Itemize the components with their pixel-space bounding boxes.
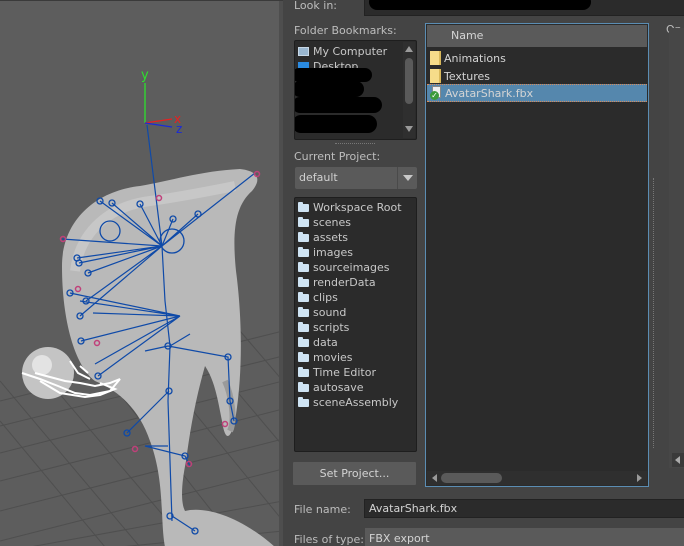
bookmarks-scrollbar[interactable] bbox=[403, 42, 415, 138]
file-name: AvatarShark.fbx bbox=[445, 86, 534, 100]
folder-icon bbox=[298, 246, 309, 257]
3d-viewport[interactable]: y x z bbox=[0, 0, 283, 546]
files-of-type-dropdown[interactable]: FBX export bbox=[365, 528, 684, 546]
folder-icon bbox=[298, 306, 309, 317]
folder-icon bbox=[430, 69, 441, 83]
bookmark-my-computer[interactable]: My Computer bbox=[298, 44, 387, 59]
project-folder-item[interactable]: assets bbox=[298, 230, 348, 245]
z-axis-label: z bbox=[176, 122, 182, 136]
scroll-up-arrow-icon[interactable] bbox=[405, 46, 413, 52]
folder-bookmarks-list[interactable]: My Computer Desktop bbox=[294, 40, 417, 140]
folder-icon bbox=[298, 366, 309, 377]
project-folder-item[interactable]: scripts bbox=[298, 320, 349, 335]
redacted-bookmark bbox=[295, 97, 382, 113]
project-folder-label: movies bbox=[313, 351, 353, 364]
project-folder-label: sound bbox=[313, 306, 347, 319]
folder-icon bbox=[298, 231, 309, 242]
project-folder-item[interactable]: sceneAssembly bbox=[298, 395, 398, 410]
chevron-down-icon[interactable] bbox=[397, 167, 417, 189]
options-splitter-handle[interactable] bbox=[653, 178, 654, 448]
project-folder-label: sourceimages bbox=[313, 261, 390, 274]
current-project-dropdown[interactable]: default bbox=[295, 167, 417, 189]
scroll-down-arrow-icon[interactable] bbox=[405, 126, 413, 132]
redacted-bookmark bbox=[295, 81, 364, 97]
project-folder-label: scenes bbox=[313, 216, 352, 229]
redacted-bookmark bbox=[295, 68, 372, 82]
file-row-animations[interactable]: Animations bbox=[427, 49, 647, 67]
project-folder-label: Time Editor bbox=[313, 366, 376, 379]
file-name-input[interactable]: AvatarShark.fbx bbox=[364, 499, 684, 518]
set-project-button[interactable]: Set Project... bbox=[293, 462, 416, 485]
scroll-left-arrow-icon[interactable] bbox=[672, 453, 684, 467]
bookmark-label: My Computer bbox=[313, 45, 388, 58]
project-folder-label: Workspace Root bbox=[313, 201, 402, 214]
folder-icon bbox=[298, 201, 309, 212]
folder-icon bbox=[298, 336, 309, 347]
project-folder-label: renderData bbox=[313, 276, 376, 289]
project-folder-item[interactable]: renderData bbox=[298, 275, 376, 290]
pane-splitter-handle[interactable] bbox=[335, 143, 375, 144]
file-name-label: File name: bbox=[294, 503, 351, 516]
project-folders-list[interactable]: Workspace Root scenes assets images sourceim… bbox=[294, 197, 417, 452]
fbx-file-icon: ✓ bbox=[430, 86, 442, 100]
project-folder-item[interactable]: autosave bbox=[298, 380, 364, 395]
project-folder-label: clips bbox=[313, 291, 338, 304]
file-row-avatarshark-fbx[interactable]: ✓ AvatarShark.fbx bbox=[427, 84, 647, 102]
current-project-value: default bbox=[299, 171, 338, 184]
file-dialog: Look in: Folder Bookmarks: My Computer D… bbox=[283, 0, 684, 546]
scroll-right-arrow-icon[interactable] bbox=[637, 474, 642, 482]
project-folder-item[interactable]: movies bbox=[298, 350, 353, 365]
file-name: Animations bbox=[444, 51, 506, 65]
y-axis-label: y bbox=[141, 68, 149, 83]
project-folder-label: sceneAssembly bbox=[313, 396, 399, 409]
project-folder-label: scripts bbox=[313, 321, 350, 334]
project-folder-label: data bbox=[313, 336, 338, 349]
project-folder-item[interactable]: Workspace Root bbox=[298, 200, 402, 215]
project-folder-item[interactable]: sourceimages bbox=[298, 260, 390, 275]
folder-bookmarks-label: Folder Bookmarks: bbox=[294, 24, 397, 37]
project-folder-item[interactable]: sound bbox=[298, 305, 346, 320]
scroll-thumb[interactable] bbox=[405, 58, 413, 104]
file-name: Textures bbox=[444, 69, 490, 83]
project-folder-item[interactable]: images bbox=[298, 245, 353, 260]
file-list-pane[interactable]: Name Animations Textures ✓ AvatarShark.f… bbox=[425, 23, 649, 487]
scroll-left-arrow-icon[interactable] bbox=[432, 474, 437, 482]
look-in-combobox[interactable] bbox=[364, 0, 684, 16]
shark-mesh bbox=[22, 169, 274, 546]
redacted-bookmark bbox=[295, 115, 377, 133]
folder-icon bbox=[298, 321, 309, 332]
viewport-scene: y x z bbox=[0, 68, 283, 546]
files-of-type-label: Files of type: bbox=[294, 533, 365, 546]
project-folder-item[interactable]: Time Editor bbox=[298, 365, 376, 380]
scroll-thumb[interactable] bbox=[441, 473, 502, 483]
folder-icon bbox=[298, 396, 309, 407]
computer-icon bbox=[298, 47, 309, 56]
folder-icon bbox=[298, 276, 309, 287]
name-column-header[interactable]: Name bbox=[427, 25, 647, 47]
file-row-textures[interactable]: Textures bbox=[427, 67, 647, 85]
project-folder-item[interactable]: data bbox=[298, 335, 338, 350]
folder-icon bbox=[298, 291, 309, 302]
column-name-label: Name bbox=[451, 29, 484, 42]
project-folder-item[interactable]: scenes bbox=[298, 215, 351, 230]
redacted-path bbox=[369, 0, 591, 10]
folder-icon bbox=[298, 261, 309, 272]
folder-icon bbox=[298, 216, 309, 227]
folder-icon bbox=[298, 351, 309, 362]
options-pane bbox=[669, 28, 684, 468]
folder-icon bbox=[298, 381, 309, 392]
current-project-label: Current Project: bbox=[294, 150, 381, 163]
project-folder-label: assets bbox=[313, 231, 349, 244]
folder-icon bbox=[430, 51, 441, 65]
project-folder-item[interactable]: clips bbox=[298, 290, 338, 305]
look-in-label: Look in: bbox=[294, 0, 337, 12]
project-folder-label: autosave bbox=[313, 381, 364, 394]
file-list-hscrollbar[interactable] bbox=[427, 471, 647, 485]
project-folder-label: images bbox=[313, 246, 353, 259]
